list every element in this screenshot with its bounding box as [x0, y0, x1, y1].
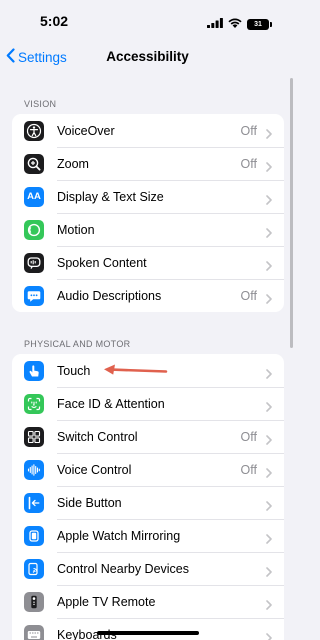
status-icons: 31 — [207, 15, 272, 33]
row-label: Side Button — [57, 495, 122, 510]
chevron-right-icon — [266, 399, 272, 417]
row-label: Zoom — [57, 156, 89, 171]
row-audio-descriptions[interactable]: Audio Descriptions Off — [12, 279, 284, 312]
row-spoken-content[interactable]: Spoken Content — [12, 246, 284, 279]
motion-icon — [24, 219, 44, 240]
row-value: Off — [240, 156, 257, 171]
chevron-right-icon — [266, 126, 272, 144]
row-label: Motion — [57, 222, 95, 237]
chevron-right-icon — [266, 258, 272, 276]
row-label: VoiceOver — [57, 123, 115, 138]
voiceover-icon — [24, 120, 44, 141]
annotation-arrow — [102, 362, 168, 383]
cellular-signal-icon — [207, 15, 223, 33]
row-control-nearby-devices[interactable]: Control Nearby Devices — [12, 552, 284, 585]
audio-descriptions-icon — [24, 285, 44, 306]
row-label: Touch — [57, 363, 91, 378]
scroll-indicator[interactable] — [290, 78, 293, 348]
row-motion[interactable]: Motion — [12, 213, 284, 246]
row-apple-tv-remote[interactable]: Apple TV Remote — [12, 585, 284, 618]
row-display-text-size[interactable]: AA Display & Text Size — [12, 180, 284, 213]
side-button-icon — [24, 492, 44, 513]
row-label: Face ID & Attention — [57, 396, 165, 411]
chevron-right-icon — [266, 432, 272, 450]
row-side-button[interactable]: Side Button — [12, 486, 284, 519]
chevron-right-icon — [266, 291, 272, 309]
keyboard-icon — [24, 624, 44, 640]
battery-icon: 31 — [247, 18, 272, 30]
nearby-devices-icon — [24, 558, 44, 579]
row-label: Switch Control — [57, 429, 138, 444]
zoom-icon — [24, 153, 44, 174]
status-time: 5:02 — [40, 13, 69, 29]
row-value: Off — [240, 288, 257, 303]
row-label: Display & Text Size — [57, 189, 164, 204]
voice-control-icon — [24, 459, 44, 480]
switch-control-icon — [24, 426, 44, 447]
chevron-right-icon — [266, 159, 272, 177]
chevron-right-icon — [266, 498, 272, 516]
chevron-right-icon — [266, 597, 272, 615]
section-header-vision: VISION — [24, 99, 57, 109]
page-title: Accessibility — [106, 49, 189, 64]
row-face-id-attention[interactable]: Face ID & Attention — [12, 387, 284, 420]
wifi-icon — [228, 15, 242, 33]
chevron-right-icon — [266, 192, 272, 210]
status-bar: 5:02 31 — [0, 0, 295, 44]
row-apple-watch-mirroring[interactable]: Apple Watch Mirroring — [12, 519, 284, 552]
navigation-bar: Settings Accessibility — [0, 44, 295, 72]
text-size-icon: AA — [24, 186, 44, 207]
spoken-content-icon — [24, 252, 44, 273]
chevron-right-icon — [266, 366, 272, 384]
row-label: Control Nearby Devices — [57, 561, 189, 576]
row-label: Spoken Content — [57, 255, 147, 270]
row-label: Apple TV Remote — [57, 594, 156, 609]
row-switch-control[interactable]: Switch Control Off — [12, 420, 284, 453]
row-label: Audio Descriptions — [57, 288, 162, 303]
watch-mirroring-icon — [24, 525, 44, 546]
physical-motor-group: Touch Face ID & Attention Switch Control… — [12, 354, 284, 640]
row-value: Off — [240, 462, 257, 477]
row-keyboards[interactable]: Keyboards — [12, 618, 284, 640]
row-label: Voice Control — [57, 462, 132, 477]
row-voice-control[interactable]: Voice Control Off — [12, 453, 284, 486]
chevron-right-icon — [266, 465, 272, 483]
face-id-icon — [24, 393, 44, 414]
row-label: Apple Watch Mirroring — [57, 528, 181, 543]
tv-remote-icon — [24, 591, 44, 612]
row-value: Off — [240, 429, 257, 444]
section-header-physical-motor: PHYSICAL AND MOTOR — [24, 339, 131, 349]
vision-group: VoiceOver Off Zoom Off AA Display & Text… — [12, 114, 284, 312]
chevron-right-icon — [266, 630, 272, 640]
chevron-right-icon — [266, 225, 272, 243]
home-indicator[interactable] — [97, 631, 199, 635]
row-value: Off — [240, 123, 257, 138]
chevron-right-icon — [266, 531, 272, 549]
row-voiceover[interactable]: VoiceOver Off — [12, 114, 284, 147]
row-zoom[interactable]: Zoom Off — [12, 147, 284, 180]
chevron-right-icon — [266, 564, 272, 582]
touch-icon — [24, 360, 44, 381]
